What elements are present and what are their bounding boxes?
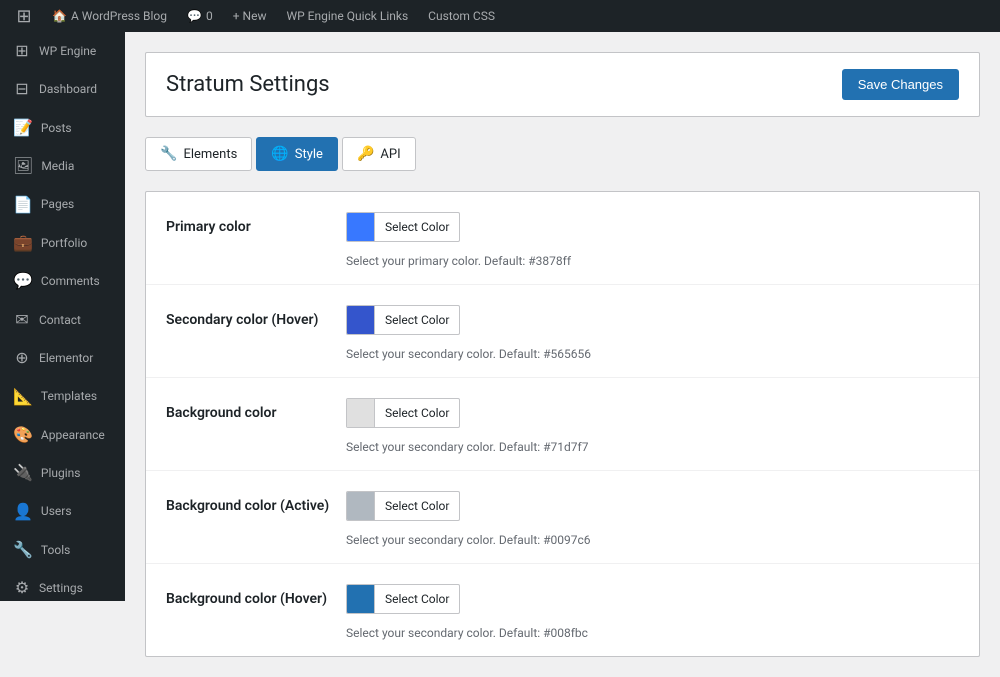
admin-bar-new[interactable]: + New	[225, 0, 275, 32]
color-hint-secondary-color: Select your secondary color. Default: #5…	[346, 347, 959, 361]
color-row-header-background-color: Background color Select Color	[166, 398, 959, 428]
color-picker-btn-background-color-hover[interactable]: Select Color	[346, 584, 460, 614]
color-row-header-background-color-hover: Background color (Hover) Select Color	[166, 584, 959, 614]
color-swatch-background-color-active	[347, 492, 375, 520]
users-icon: 👤	[13, 501, 33, 523]
media-icon: 🖼	[13, 155, 33, 177]
save-changes-button[interactable]: Save Changes	[842, 69, 959, 100]
settings-panel: Primary color Select Color Select your p…	[145, 191, 980, 657]
sidebar-item-posts[interactable]: 📝 Posts	[0, 109, 125, 147]
dashboard-icon: ⊟	[13, 78, 31, 100]
color-row-header-primary-color: Primary color Select Color	[166, 212, 959, 242]
admin-bar-comments[interactable]: 💬 0	[179, 0, 221, 32]
admin-bar-custom-css[interactable]: Custom CSS	[420, 0, 503, 32]
admin-bar: ⊞ 🏠 A WordPress Blog 💬 0 + New WP Engine…	[0, 0, 1000, 32]
color-row-header-secondary-color: Secondary color (Hover) Select Color	[166, 305, 959, 335]
color-swatch-background-color-hover	[347, 585, 375, 613]
color-btn-label-secondary-color: Select Color	[375, 309, 459, 331]
settings-icon: ⚙	[13, 577, 31, 599]
admin-bar-wp-engine[interactable]: WP Engine Quick Links	[278, 0, 416, 32]
sidebar-item-settings[interactable]: ⚙ Settings	[0, 569, 125, 601]
tab-api[interactable]: 🔑 API	[342, 137, 416, 171]
color-swatch-background-color	[347, 399, 375, 427]
color-label-background-color-active: Background color (Active)	[166, 498, 346, 514]
color-picker-btn-background-color[interactable]: Select Color	[346, 398, 460, 428]
templates-icon: 📐	[13, 386, 33, 408]
contact-icon: ✉	[13, 309, 31, 331]
sidebar-item-templates[interactable]: 📐 Templates	[0, 378, 125, 416]
sidebar-item-media[interactable]: 🖼 Media	[0, 147, 125, 185]
key-icon: 🔑	[357, 146, 374, 162]
sidebar-item-users[interactable]: 👤 Users	[0, 493, 125, 531]
tab-style[interactable]: 🌐 Style	[256, 137, 338, 171]
grid-icon: ⊞	[13, 40, 31, 62]
globe-icon: 🌐	[271, 146, 288, 162]
appearance-icon: 🎨	[13, 424, 33, 446]
layout: ⊞ WP Engine ⊟ Dashboard 📝 Posts 🖼 Media …	[0, 32, 1000, 677]
color-row-background-color-hover: Background color (Hover) Select Color Se…	[146, 564, 979, 656]
sidebar-item-elementor[interactable]: ⊕ Elementor	[0, 339, 125, 377]
sidebar: ⊞ WP Engine ⊟ Dashboard 📝 Posts 🖼 Media …	[0, 32, 125, 601]
color-btn-label-background-color-active: Select Color	[375, 495, 459, 517]
sidebar-item-pages[interactable]: 📄 Pages	[0, 186, 125, 224]
sidebar-item-wp-engine[interactable]: ⊞ WP Engine	[0, 32, 125, 70]
color-btn-label-background-color-hover: Select Color	[375, 588, 459, 610]
posts-icon: 📝	[13, 117, 33, 139]
tabs-container: 🔧 Elements 🌐 Style 🔑 API	[145, 137, 980, 171]
sidebar-item-comments[interactable]: 💬 Comments	[0, 262, 125, 300]
color-row-secondary-color: Secondary color (Hover) Select Color Sel…	[146, 285, 979, 378]
home-icon: 🏠	[52, 9, 67, 23]
color-hint-primary-color: Select your primary color. Default: #387…	[346, 254, 959, 268]
pages-icon: 📄	[13, 194, 33, 216]
color-label-background-color-hover: Background color (Hover)	[166, 591, 346, 607]
color-swatch-secondary-color	[347, 306, 375, 334]
color-row-header-background-color-active: Background color (Active) Select Color	[166, 491, 959, 521]
sidebar-item-portfolio[interactable]: 💼 Portfolio	[0, 224, 125, 262]
tools-icon: 🔧	[13, 539, 33, 561]
comments-icon: 💬	[187, 9, 202, 23]
portfolio-icon: 💼	[13, 232, 33, 254]
color-row-background-color: Background color Select Color Select you…	[146, 378, 979, 471]
color-picker-btn-background-color-active[interactable]: Select Color	[346, 491, 460, 521]
main-content: Stratum Settings Save Changes 🔧 Elements…	[125, 32, 1000, 677]
color-label-primary-color: Primary color	[166, 219, 346, 235]
color-label-background-color: Background color	[166, 405, 346, 421]
wp-logo[interactable]: ⊞	[8, 0, 40, 32]
color-picker-btn-primary-color[interactable]: Select Color	[346, 212, 460, 242]
sidebar-item-tools[interactable]: 🔧 Tools	[0, 531, 125, 569]
color-row-background-color-active: Background color (Active) Select Color S…	[146, 471, 979, 564]
comments-icon: 💬	[13, 270, 33, 292]
page-header: Stratum Settings Save Changes	[145, 52, 980, 117]
page-title: Stratum Settings	[166, 72, 330, 97]
color-hint-background-color-active: Select your secondary color. Default: #0…	[346, 533, 959, 547]
color-btn-label-primary-color: Select Color	[375, 216, 459, 238]
sidebar-item-plugins[interactable]: 🔌 Plugins	[0, 454, 125, 492]
color-btn-label-background-color: Select Color	[375, 402, 459, 424]
tab-elements[interactable]: 🔧 Elements	[145, 137, 252, 171]
plugins-icon: 🔌	[13, 462, 33, 484]
color-hint-background-color-hover: Select your secondary color. Default: #0…	[346, 626, 959, 640]
color-hint-background-color: Select your secondary color. Default: #7…	[346, 440, 959, 454]
color-picker-btn-secondary-color[interactable]: Select Color	[346, 305, 460, 335]
color-row-primary-color: Primary color Select Color Select your p…	[146, 192, 979, 285]
sidebar-item-contact[interactable]: ✉ Contact	[0, 301, 125, 339]
sidebar-item-dashboard[interactable]: ⊟ Dashboard	[0, 70, 125, 108]
elementor-icon: ⊕	[13, 347, 31, 369]
sidebar-item-appearance[interactable]: 🎨 Appearance	[0, 416, 125, 454]
color-label-secondary-color: Secondary color (Hover)	[166, 312, 346, 328]
color-swatch-primary-color	[347, 213, 375, 241]
wrench-icon: 🔧	[160, 146, 177, 162]
admin-bar-site-name[interactable]: 🏠 A WordPress Blog	[44, 0, 175, 32]
